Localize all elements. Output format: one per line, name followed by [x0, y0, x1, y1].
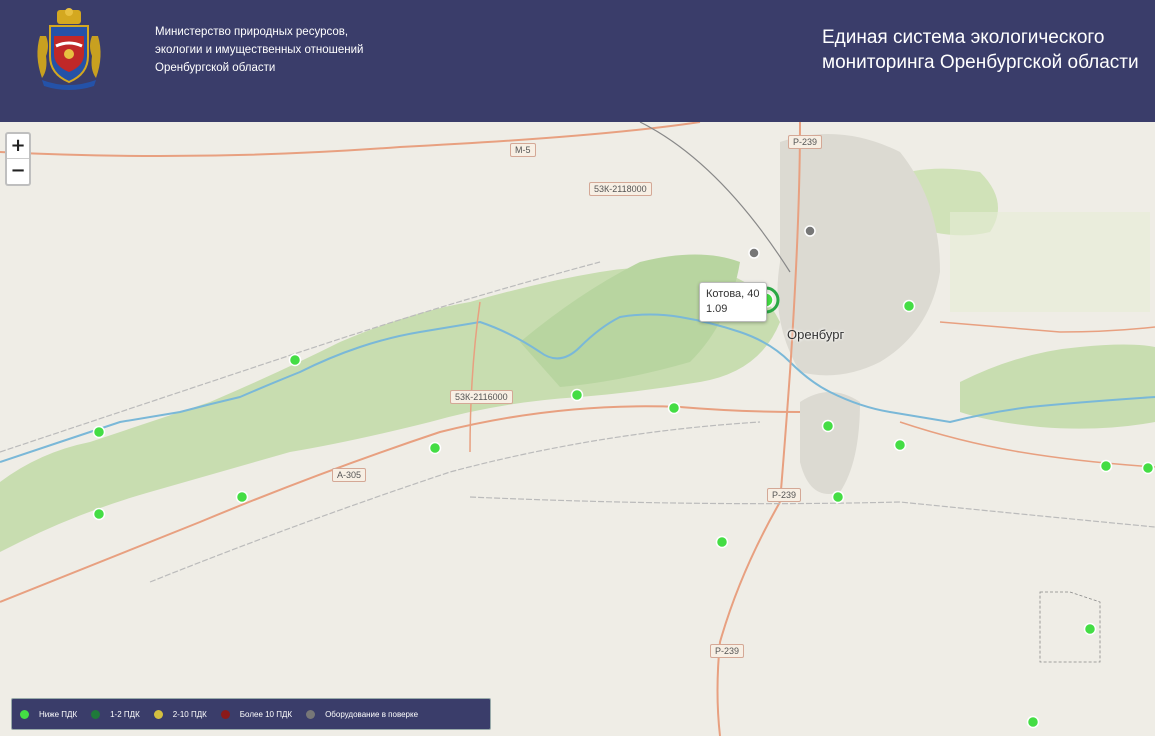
station-tooltip: Котова, 40 1.09: [699, 282, 767, 322]
legend: Ниже ПДК 1-2 ПДК 2-10 ПДК Более 10 ПДК О…: [11, 698, 491, 730]
ministry-name: Министерство природных ресурсов, экологи…: [155, 23, 363, 77]
station-marker[interactable]: [428, 441, 442, 455]
legend-label: Оборудование в поверке: [325, 709, 419, 719]
road-label-r239-south: Р-239: [710, 644, 745, 658]
zoom-in-button[interactable]: +: [7, 134, 29, 159]
legend-label: 1-2 ПДК: [110, 709, 140, 719]
legend-dot-icon: [20, 709, 29, 719]
station-marker[interactable]: [288, 353, 302, 367]
coat-of-arms-logo: [32, 6, 106, 90]
system-title: Единая система экологического мониторинг…: [822, 25, 1155, 75]
legend-item-1-2-pdk: 1-2 ПДК: [91, 709, 140, 719]
station-marker-verification[interactable]: [748, 247, 760, 259]
legend-dot-icon: [91, 709, 101, 719]
station-marker[interactable]: [92, 507, 106, 521]
station-marker-verification[interactable]: [804, 225, 816, 237]
station-marker[interactable]: [570, 388, 584, 402]
city-label-orenburg: Оренбург: [787, 327, 845, 342]
system-title-line-1: Единая система экологического: [822, 27, 1105, 48]
zoom-out-button[interactable]: −: [7, 159, 29, 184]
station-marker[interactable]: [235, 490, 249, 504]
map-tiles: [0, 122, 1155, 736]
road-label-m5: М-5: [510, 143, 536, 157]
station-marker[interactable]: [902, 299, 916, 313]
legend-item-equipment-verification: Оборудование в поверке: [306, 709, 419, 719]
ministry-line-1: Министерство природных ресурсов,: [155, 26, 349, 38]
legend-label: 2-10 ПДК: [172, 709, 207, 719]
road-label-r239-center: Р-239: [767, 488, 802, 502]
road-label-a305: А-305: [332, 468, 367, 482]
station-marker[interactable]: [1099, 459, 1113, 473]
legend-item-over-10-pdk: Более 10 ПДК: [220, 709, 293, 719]
tooltip-station-value: 1.09: [706, 303, 728, 315]
legend-dot-icon: [153, 709, 163, 719]
station-marker[interactable]: [821, 419, 835, 433]
station-marker[interactable]: [1083, 622, 1097, 636]
map-view[interactable]: + − М-5 Р-239 53К-2118000 53К-2116000 А-…: [0, 122, 1155, 736]
system-title-line-2: мониторинга Оренбургской области: [822, 52, 1139, 73]
legend-item-2-10-pdk: 2-10 ПДК: [153, 709, 207, 719]
zoom-control: + −: [5, 132, 31, 186]
station-marker[interactable]: [893, 438, 907, 452]
legend-dot-icon: [220, 709, 230, 719]
station-marker[interactable]: [831, 490, 845, 504]
station-marker[interactable]: [1026, 715, 1040, 729]
station-marker[interactable]: [667, 401, 681, 415]
ministry-line-2: экологии и имущественных отношений: [155, 44, 364, 56]
header: Министерство природных ресурсов, экологи…: [0, 0, 1155, 122]
tooltip-station-name: Котова, 40: [706, 288, 760, 300]
ministry-line-3: Оренбургской области: [155, 62, 276, 74]
station-marker[interactable]: [715, 535, 729, 549]
station-marker[interactable]: [92, 425, 106, 439]
legend-label: Ниже ПДК: [39, 709, 78, 719]
legend-label: Более 10 ПДК: [239, 709, 293, 719]
legend-dot-icon: [306, 709, 316, 719]
road-label-53k-2116000: 53К-2116000: [450, 390, 513, 404]
road-label-r239-north: Р-239: [788, 135, 823, 149]
legend-item-below-pdk: Ниже ПДК: [20, 709, 78, 719]
road-label-53k-2118000: 53К-2118000: [589, 182, 652, 196]
station-marker[interactable]: [1141, 461, 1155, 475]
